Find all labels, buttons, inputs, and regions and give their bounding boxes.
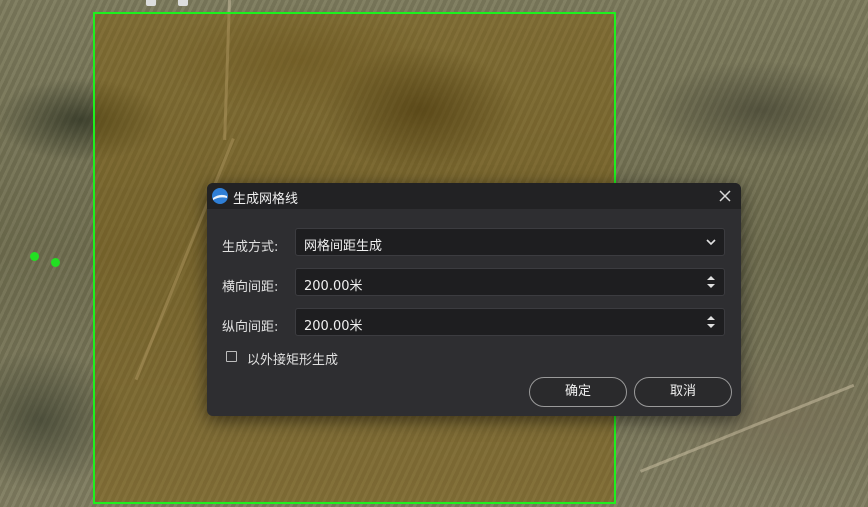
app-logo-icon bbox=[212, 188, 228, 204]
close-icon[interactable] bbox=[715, 186, 735, 206]
spinner-arrows-icon[interactable] bbox=[704, 274, 718, 290]
map-marker-icon[interactable] bbox=[178, 0, 188, 6]
cancel-button[interactable]: 取消 bbox=[634, 377, 732, 407]
chevron-down-icon[interactable] bbox=[704, 234, 718, 250]
v-spacing-input[interactable]: 200.00米 bbox=[295, 308, 725, 336]
map-marker-icon[interactable] bbox=[146, 0, 156, 6]
method-label: 生成方式: bbox=[222, 240, 279, 255]
bbox-checkbox-label[interactable]: 以外接矩形生成 bbox=[247, 349, 338, 368]
h-spacing-label: 横向间距: bbox=[222, 280, 279, 295]
dialog-title: 生成网格线 bbox=[233, 192, 299, 207]
ok-button[interactable]: 确定 bbox=[529, 377, 627, 407]
generate-grid-dialog: 生成网格线 生成方式: 网格间距生成 横向间距: 200.00米 纵向间距: 2… bbox=[207, 183, 741, 416]
dialog-titlebar: 生成网格线 bbox=[207, 183, 741, 209]
h-spacing-value: 200.00米 bbox=[304, 279, 363, 294]
map-vertex-point[interactable] bbox=[51, 258, 60, 267]
method-select[interactable]: 网格间距生成 bbox=[295, 228, 725, 256]
v-spacing-value: 200.00米 bbox=[304, 319, 363, 334]
method-value: 网格间距生成 bbox=[304, 239, 383, 254]
v-spacing-label: 纵向间距: bbox=[222, 320, 279, 335]
h-spacing-input[interactable]: 200.00米 bbox=[295, 268, 725, 296]
spinner-arrows-icon[interactable] bbox=[704, 314, 718, 330]
map-vertex-point[interactable] bbox=[30, 252, 39, 261]
bbox-checkbox[interactable] bbox=[226, 351, 237, 362]
